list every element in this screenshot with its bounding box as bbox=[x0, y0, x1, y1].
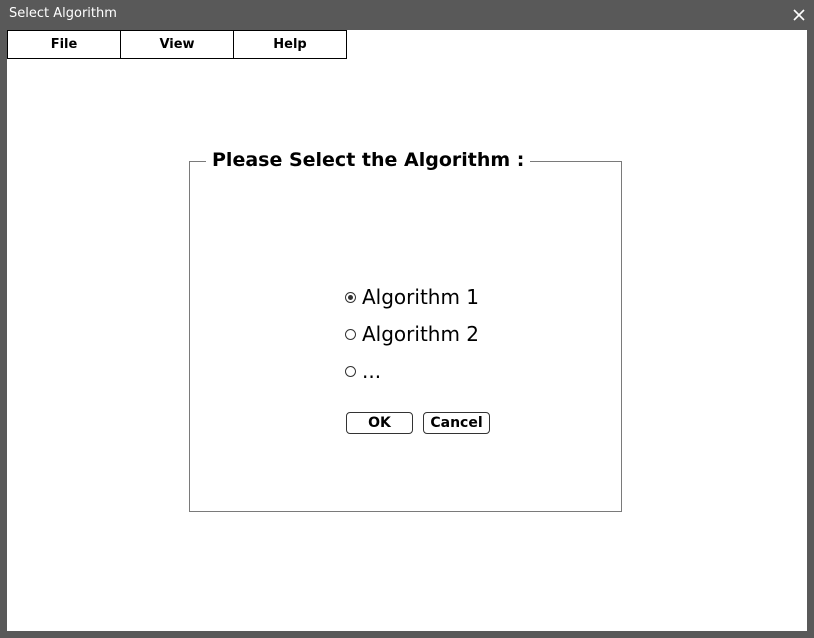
radio-button[interactable] bbox=[345, 328, 356, 340]
window-title: Select Algorithm bbox=[9, 6, 117, 21]
option-algorithm-2[interactable]: Algorithm 2 bbox=[345, 322, 479, 346]
option-algorithm-1[interactable]: Algorithm 1 bbox=[345, 285, 479, 309]
title-bar[interactable]: Select Algorithm bbox=[0, 0, 814, 30]
menu-view[interactable]: View bbox=[120, 30, 234, 59]
option-more[interactable]: ... bbox=[345, 359, 381, 383]
menu-help[interactable]: Help bbox=[233, 30, 347, 59]
group-legend: Please Select the Algorithm : bbox=[206, 149, 531, 171]
option-label: Algorithm 2 bbox=[362, 322, 480, 346]
algorithm-group: Please Select the Algorithm : Algorithm … bbox=[189, 149, 622, 512]
radio-button[interactable] bbox=[345, 365, 356, 377]
app-window: Select Algorithm File View Help Please S… bbox=[0, 0, 814, 638]
option-label: Algorithm 1 bbox=[362, 285, 480, 309]
cancel-button[interactable]: Cancel bbox=[423, 412, 490, 434]
close-icon[interactable] bbox=[792, 7, 806, 21]
ok-button[interactable]: OK bbox=[346, 412, 413, 434]
option-label: ... bbox=[362, 359, 382, 383]
menu-file[interactable]: File bbox=[7, 30, 121, 59]
client-area: File View Help Please Select the Algorit… bbox=[7, 30, 807, 631]
menu-bar: File View Help bbox=[7, 30, 347, 59]
radio-button-checked[interactable] bbox=[345, 291, 356, 303]
